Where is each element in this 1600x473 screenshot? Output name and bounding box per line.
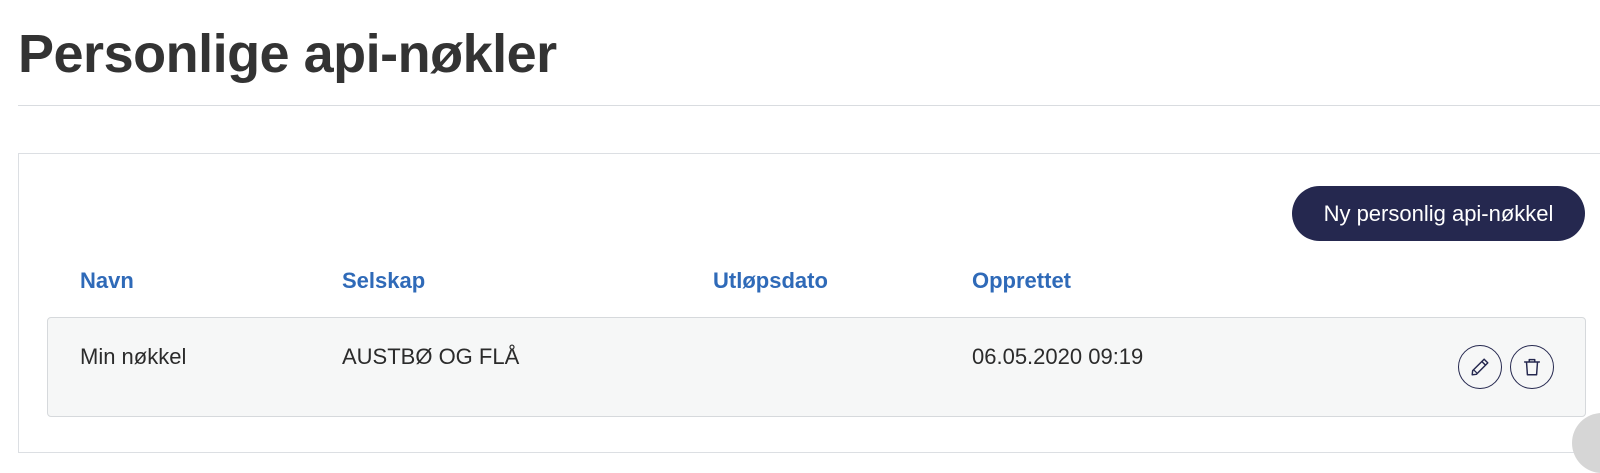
title-divider [18,105,1600,106]
row-company-cell: AUSTBØ OG FLÅ [342,344,520,369]
row-name-cell: Min nøkkel [80,344,187,369]
pencil-icon [1471,358,1489,376]
column-header-created[interactable]: Opprettet [972,266,1071,296]
delete-button[interactable] [1510,345,1554,389]
table-row [47,317,1586,417]
column-header-name[interactable]: Navn [80,266,134,296]
trash-icon [1523,358,1541,376]
column-header-expiry[interactable]: Utløpsdato [713,266,828,296]
row-created-cell: 06.05.2020 09:19 [972,344,1144,369]
new-api-key-button[interactable]: Ny personlig api-nøkkel [1292,186,1585,241]
page-title: Personlige api-nøkler [18,24,557,84]
edit-button[interactable] [1458,345,1502,389]
column-header-company[interactable]: Selskap [342,266,425,296]
